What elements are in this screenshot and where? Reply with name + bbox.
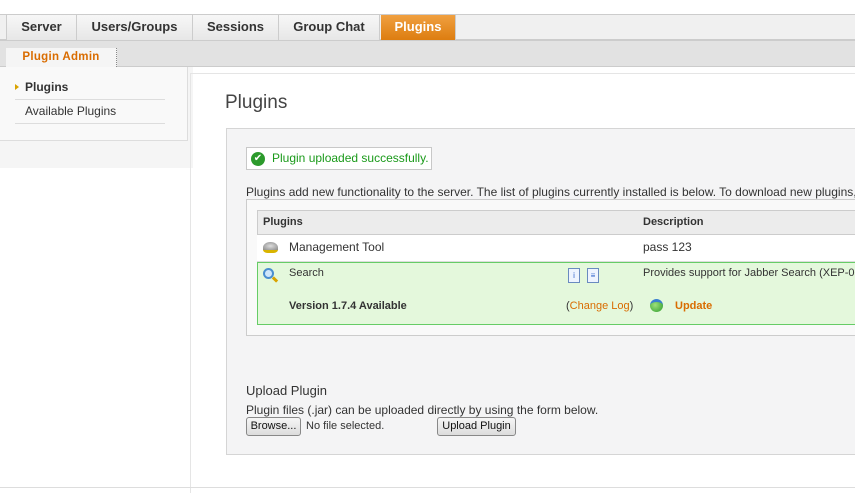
update-icon[interactable] bbox=[650, 299, 663, 312]
paren-close: ) bbox=[629, 300, 634, 312]
tab-users-groups[interactable]: Users/Groups bbox=[77, 15, 193, 40]
table-row-update: Search i ≡ Provides support for Jabber S… bbox=[257, 262, 855, 325]
changelog-doc-icon[interactable]: ≡ bbox=[587, 268, 599, 283]
sidebar-item-label: Plugins bbox=[25, 80, 69, 94]
sidebar-menu: Plugins Available Plugins bbox=[0, 67, 188, 141]
upload-description: Plugin files (.jar) can be uploaded dire… bbox=[246, 403, 599, 417]
changelog-wrapper: (Change Log) bbox=[566, 300, 633, 312]
header-description: Description bbox=[643, 216, 704, 228]
plugin-description: pass 123 bbox=[643, 240, 692, 254]
plugin-name: Management Tool bbox=[289, 240, 385, 254]
upload-plugin-button[interactable]: Upload Plugin bbox=[437, 417, 516, 436]
file-status: No file selected. bbox=[306, 420, 385, 432]
tab-group-chat[interactable]: Group Chat bbox=[279, 15, 380, 40]
browse-button[interactable]: Browse... bbox=[246, 417, 301, 436]
success-text: Plugin uploaded successfully. bbox=[272, 151, 429, 165]
plugin-description: Provides support for Jabber Search (XEP-… bbox=[643, 267, 855, 279]
tab-server[interactable]: Server bbox=[6, 15, 77, 40]
header-plugins: Plugins bbox=[263, 216, 303, 228]
page-title: Plugins bbox=[225, 92, 288, 113]
sidebar-item-plugins[interactable]: Plugins bbox=[15, 76, 165, 100]
upload-title: Upload Plugin bbox=[246, 383, 327, 398]
sidebar-item-label: Available Plugins bbox=[25, 104, 117, 118]
intro-text: Plugins add new functionality to the ser… bbox=[246, 185, 855, 199]
footer-divider bbox=[0, 487, 855, 488]
table-header: Plugins Description bbox=[257, 210, 855, 235]
plugin-name: Search bbox=[289, 267, 324, 279]
check-icon: ✔ bbox=[251, 152, 265, 166]
table-row: Management Tool pass 123 bbox=[257, 235, 855, 262]
subtab-plugin-admin[interactable]: Plugin Admin bbox=[6, 48, 117, 67]
success-message: ✔ Plugin uploaded successfully. bbox=[246, 147, 432, 170]
tab-sessions[interactable]: Sessions bbox=[193, 15, 279, 40]
magnifier-handle bbox=[271, 276, 279, 283]
plugin-icon bbox=[263, 242, 278, 253]
arrow-right-icon bbox=[15, 84, 19, 90]
readme-icon[interactable]: i bbox=[568, 268, 580, 283]
main-tabs: Server Users/Groups Sessions Group Chat … bbox=[0, 14, 855, 41]
changelog-link[interactable]: Change Log bbox=[570, 300, 630, 312]
update-link[interactable]: Update bbox=[675, 300, 712, 312]
subtab-bar bbox=[0, 41, 855, 67]
version-available: Version 1.7.4 Available bbox=[289, 300, 407, 312]
tab-plugins[interactable]: Plugins bbox=[381, 15, 456, 40]
sidebar-item-available-plugins[interactable]: Available Plugins bbox=[15, 100, 165, 124]
